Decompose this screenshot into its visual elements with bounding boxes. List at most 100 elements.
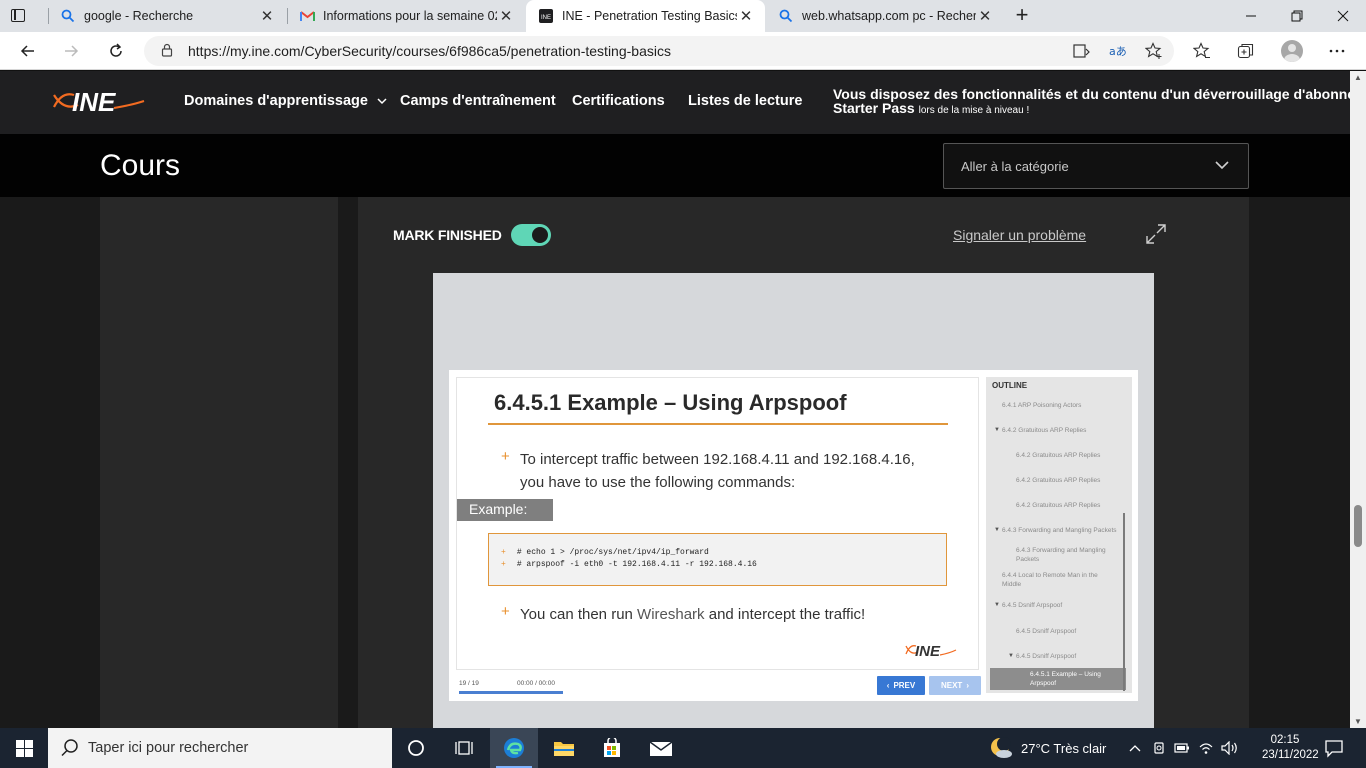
chevron-down-icon xyxy=(1215,161,1229,170)
close-tab-icon[interactable]: ✕ xyxy=(737,7,755,25)
new-tab-button[interactable]: + xyxy=(1010,4,1034,28)
course-content-area: MARK FINISHED Signaler un problème 6.4.5… xyxy=(0,197,1350,728)
mark-finished-toggle[interactable] xyxy=(511,224,551,246)
more-options-icon[interactable] xyxy=(1325,39,1349,63)
notifications-icon[interactable] xyxy=(1324,738,1344,758)
page-scrollbar[interactable]: ▲ ▼ xyxy=(1350,71,1366,728)
ine-logo[interactable]: INE xyxy=(52,83,146,119)
scroll-down-arrow-icon[interactable]: ▼ xyxy=(1353,717,1363,726)
upgrade-promo-banner[interactable]: Vous disposez des fonctionnalités et du … xyxy=(833,87,1350,118)
nav-reading-lists[interactable]: Listes de lecture xyxy=(688,93,802,109)
plus-bullet-icon: + xyxy=(501,603,510,620)
outline-item[interactable]: 6.4.3 Forwarding and Mangling Packets xyxy=(1016,546,1116,564)
taskbar-clock[interactable]: 02:15 23/11/2022 xyxy=(1262,733,1319,763)
outline-item[interactable]: 6.4.2 Gratuitous ARP Replies xyxy=(1016,501,1132,510)
close-tab-icon[interactable]: ✕ xyxy=(976,7,994,25)
page-viewport: INE Domaines d'apprentissage Camps d'ent… xyxy=(0,71,1350,728)
reader-view-icon[interactable] xyxy=(1071,40,1093,62)
lock-icon[interactable] xyxy=(160,43,174,57)
tab-title: Informations pour la semaine 02 xyxy=(323,9,497,23)
outline-item[interactable]: ▼ 6.4.5 Dsniff Arpspoof xyxy=(1008,652,1132,661)
prev-slide-button[interactable]: ‹ PREV xyxy=(877,676,925,695)
nav-certifications[interactable]: Certifications xyxy=(572,93,665,109)
bullet-text-suffix: and intercept the traffic! xyxy=(704,606,866,623)
minimize-button[interactable] xyxy=(1228,0,1274,32)
nav-learning-domains[interactable]: Domaines d'apprentissage xyxy=(184,93,387,109)
outline-item-current[interactable]: 6.4.5.1 Example – Using Arpspoof xyxy=(990,668,1126,690)
battery-icon[interactable] xyxy=(1172,738,1192,758)
code-line: + # echo 1 > /proc/sys/net/ipv4/ip_forwar… xyxy=(501,548,709,557)
cortana-icon[interactable] xyxy=(392,728,440,768)
outline-item[interactable]: ▼ 6.4.2 Gratuitous ARP Replies xyxy=(994,426,1120,435)
outline-item[interactable]: 6.4.1 ARP Poisoning Actors xyxy=(1002,401,1120,410)
slide-outline: OUTLINE 6.4.1 ARP Poisoning Actors ▼ 6.4.… xyxy=(986,377,1132,693)
expand-fullscreen-icon[interactable] xyxy=(1144,222,1168,246)
outline-item-label: 6.4.5 Dsniff Arpspoof xyxy=(1016,653,1077,660)
nav-bootcamps[interactable]: Camps d'entraînement xyxy=(400,93,556,109)
outline-heading: OUTLINE xyxy=(992,381,1028,390)
outline-item-label: 6.4.5 Dsniff Arpspoof xyxy=(1002,602,1063,609)
next-slide-button[interactable]: NEXT › xyxy=(929,676,981,695)
translate-icon[interactable]: aあ xyxy=(1106,40,1128,62)
clock-date: 23/11/2022 xyxy=(1262,749,1319,761)
wifi-icon[interactable] xyxy=(1196,738,1216,758)
add-favorite-icon[interactable] xyxy=(1143,40,1165,62)
close-tab-icon[interactable]: ✕ xyxy=(258,7,276,25)
outline-item-label: 6.4.3 Forwarding and Mangling Packets xyxy=(1002,527,1117,534)
caret-down-icon: ▼ xyxy=(994,527,1000,533)
tab-ine-active[interactable]: INE INE - Penetration Testing Basics ✕ xyxy=(526,0,765,32)
meet-now-icon[interactable] xyxy=(1149,738,1169,758)
category-select[interactable]: Aller à la catégorie xyxy=(943,143,1249,189)
lesson-panel: MARK FINISHED Signaler un problème 6.4.5… xyxy=(358,197,1249,728)
outline-scrollbar[interactable] xyxy=(1123,513,1125,691)
mail-icon[interactable] xyxy=(637,728,685,768)
outline-item[interactable]: 6.4.4 Local to Remote Man in the Middle xyxy=(1002,571,1108,589)
profile-avatar[interactable] xyxy=(1281,40,1303,62)
tab-whatsapp-recherche[interactable]: web.whatsapp.com pc - Recherch ✕ xyxy=(766,0,1004,32)
tab-google-recherche[interactable]: google - Recherche ✕ xyxy=(48,0,286,32)
store-icon[interactable] xyxy=(588,728,636,768)
file-explorer-icon[interactable] xyxy=(540,728,588,768)
chevron-up-icon[interactable] xyxy=(1125,738,1145,758)
outline-item[interactable]: ▼ 6.4.5 Dsniff Arpspoof xyxy=(994,601,1120,610)
ine-slide-logo: INE xyxy=(905,640,957,660)
slide-title: 6.4.5.1 Example – Using Arpspoof xyxy=(494,390,847,415)
collections-icon[interactable] xyxy=(1234,39,1258,63)
refresh-icon[interactable] xyxy=(104,39,128,63)
back-arrow-icon[interactable] xyxy=(16,39,40,63)
url-text[interactable]: https://my.ine.com/CyberSecurity/courses… xyxy=(188,43,671,59)
maximize-button[interactable] xyxy=(1274,0,1320,32)
windows-start-icon[interactable] xyxy=(0,728,48,768)
tab-title: google - Recherche xyxy=(84,9,194,23)
playback-time: 00:00 / 00:00 xyxy=(517,680,555,687)
report-problem-link[interactable]: Signaler un problème xyxy=(953,227,1086,243)
bullet-intercept: + To intercept traffic between 192.168.4… xyxy=(501,448,981,496)
outline-item[interactable]: ▼ 6.4.3 Forwarding and Mangling Packets xyxy=(994,526,1130,535)
tab-actions-icon[interactable] xyxy=(8,6,28,26)
address-bar[interactable]: https://my.ine.com/CyberSecurity/courses… xyxy=(144,36,1174,66)
task-view-icon[interactable] xyxy=(440,728,488,768)
code-text: # arpspoof -i eth0 -t 192.168.4.11 -r 19… xyxy=(516,560,757,569)
outline-item[interactable]: 6.4.5 Dsniff Arpspoof xyxy=(1016,627,1132,636)
scrollbar-thumb[interactable] xyxy=(1354,505,1362,547)
scroll-up-arrow-icon[interactable]: ▲ xyxy=(1353,73,1363,82)
close-window-button[interactable] xyxy=(1320,0,1366,32)
weather-widget[interactable]: 27°C Très clair xyxy=(988,736,1118,760)
edge-icon[interactable] xyxy=(490,728,538,768)
forward-arrow-icon[interactable] xyxy=(59,39,83,63)
volume-icon[interactable] xyxy=(1220,738,1240,758)
favorites-icon[interactable] xyxy=(1190,39,1214,63)
taskbar-search-box[interactable]: Taper ici pour rechercher xyxy=(48,728,392,768)
search-icon xyxy=(60,738,80,758)
bullet-text-prefix: You can then run xyxy=(520,606,638,623)
slide-canvas: 6.4.5.1 Example – Using Arpspoof + To in… xyxy=(456,377,979,670)
outline-item[interactable]: 6.4.2 Gratuitous ARP Replies xyxy=(1016,451,1132,460)
progress-track[interactable] xyxy=(459,691,563,694)
page-title: Cours xyxy=(100,149,181,182)
tab-gmail[interactable]: Informations pour la semaine 02 ✕ xyxy=(287,0,525,32)
mark-finished-label: MARK FINISHED xyxy=(393,227,502,243)
bullet-line: you have to use the following commands: xyxy=(520,474,796,491)
outline-item[interactable]: 6.4.2 Gratuitous ARP Replies xyxy=(1016,476,1132,485)
close-tab-icon[interactable]: ✕ xyxy=(497,7,515,25)
next-label: NEXT xyxy=(940,681,963,690)
